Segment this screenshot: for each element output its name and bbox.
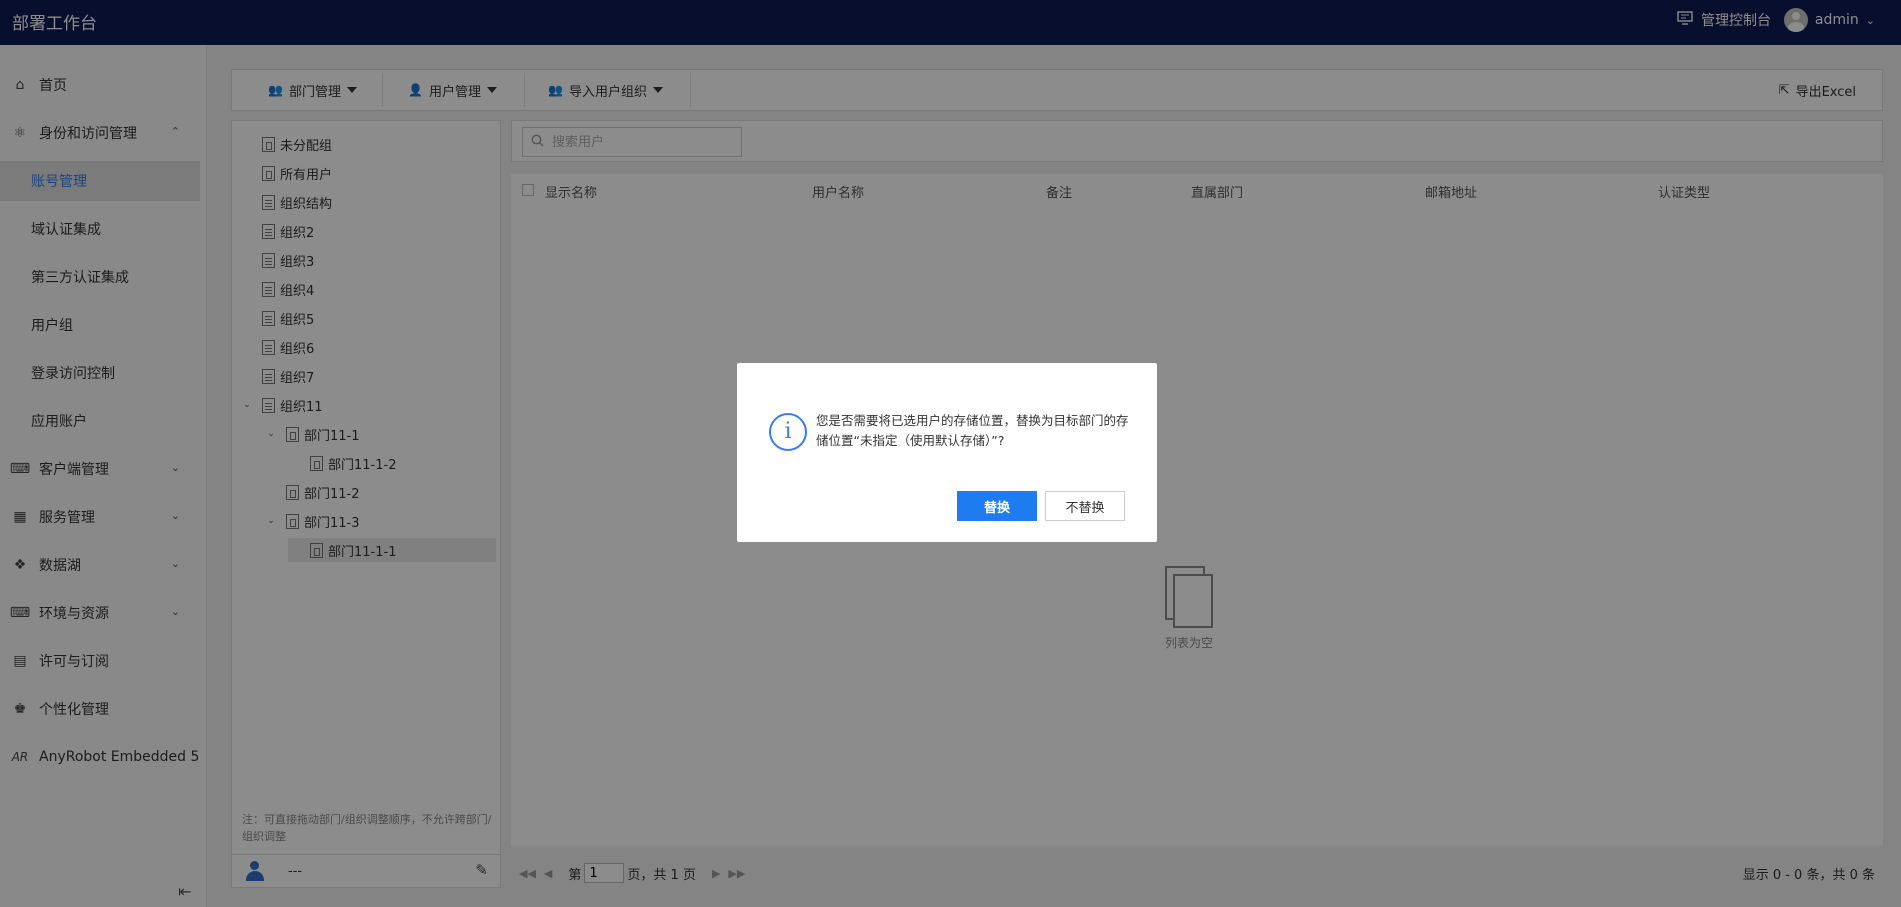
- info-icon: i: [769, 413, 807, 451]
- confirm-dialog: i 您是否需要将已选用户的存储位置，替换为目标部门的存储位置“未指定（使用默认存…: [737, 363, 1157, 542]
- dialog-message: 您是否需要将已选用户的存储位置，替换为目标部门的存储位置“未指定（使用默认存储）…: [816, 413, 1129, 448]
- replace-button[interactable]: 替换: [957, 491, 1037, 521]
- no-replace-button[interactable]: 不替换: [1045, 491, 1125, 521]
